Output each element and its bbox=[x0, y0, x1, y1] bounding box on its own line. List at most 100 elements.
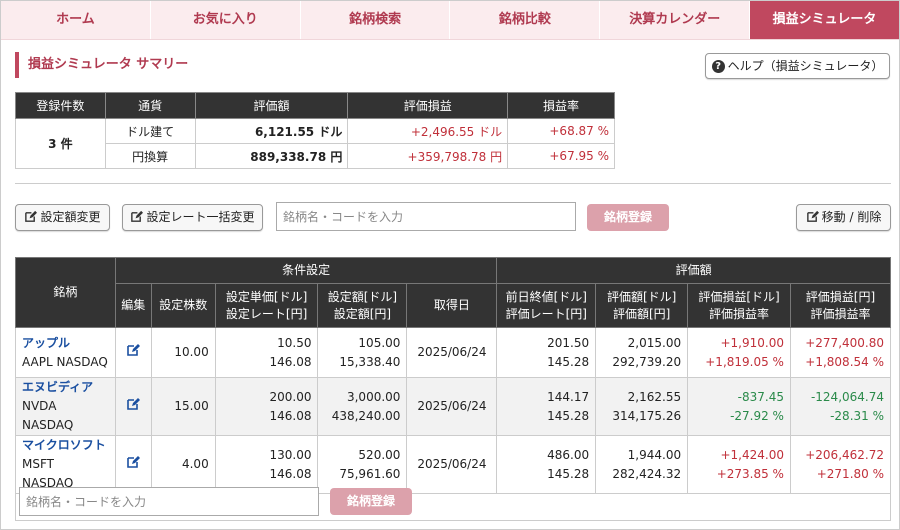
edit-icon[interactable] bbox=[126, 343, 141, 357]
help-button-label: ヘルプ（損益シミュレータ） bbox=[727, 59, 884, 73]
prev-close-cell: 201.50 145.28 bbox=[496, 327, 597, 378]
pl-jpy-rate: +1,808.54 % bbox=[805, 354, 884, 369]
tab-earnings-calendar[interactable]: 決算カレンダー bbox=[600, 1, 751, 39]
col-valuation-jpy-label: 評価額[円] bbox=[612, 306, 671, 321]
col-prev-close-label: 前日終値[ドル] bbox=[505, 289, 587, 304]
valuation-cell: 2,162.55 314,175.26 bbox=[595, 377, 689, 436]
pl-jpy-cell: -124,064.74 -28.31 % bbox=[789, 377, 892, 436]
summary-rate-jpy: +67.95 % bbox=[507, 143, 615, 169]
pl-jpy: +206,462.72 bbox=[805, 447, 884, 462]
edit-cell bbox=[114, 377, 152, 436]
tab-home[interactable]: ホーム bbox=[1, 1, 151, 39]
col-valuation: 評価額[ドル] 評価額[円] bbox=[595, 283, 689, 328]
summary-count: 3 件 bbox=[15, 118, 106, 169]
eval-rate: 145.28 bbox=[547, 354, 590, 369]
col-pl-jpy-rate-label: 評価損益率 bbox=[810, 306, 871, 321]
valuation-usd: 1,944.00 bbox=[627, 447, 682, 462]
col-edit: 編集 bbox=[114, 283, 152, 328]
edit-cell bbox=[114, 327, 152, 378]
summary-header-pl: 評価損益 bbox=[347, 92, 509, 119]
pl-usd-rate: +1,819.05 % bbox=[705, 354, 784, 369]
set-rate: 146.08 bbox=[269, 408, 312, 423]
prev-close: 144.17 bbox=[547, 389, 590, 404]
bottom-search-input[interactable] bbox=[19, 487, 319, 516]
set-amount-label: 設定額変更 bbox=[40, 210, 101, 224]
pl-usd-cell: +1,910.00 +1,819.05 % bbox=[687, 327, 791, 378]
valuation-cell: 2,015.00 292,739.20 bbox=[595, 327, 689, 378]
main-tabs: ホーム お気に入り 銘柄検索 銘柄比較 決算カレンダー 損益シミュレータ bbox=[1, 1, 899, 40]
move-delete-label: 移動 / 削除 bbox=[821, 210, 882, 224]
search-input[interactable] bbox=[276, 202, 576, 231]
set-rate: 146.08 bbox=[269, 354, 312, 369]
edit-icon bbox=[131, 210, 144, 222]
unit-rate-cell: 10.50 146.08 bbox=[214, 327, 319, 378]
pl-usd: +1,910.00 bbox=[720, 335, 784, 350]
tab-pl-simulator[interactable]: 損益シミュレータ bbox=[750, 1, 899, 39]
col-unit-price: 設定単価[ドル] 設定レート[円] bbox=[214, 283, 319, 328]
pl-jpy-rate: -28.31 % bbox=[830, 408, 884, 423]
col-set-rate-label: 設定レート[円] bbox=[225, 306, 308, 321]
pl-jpy: -124,064.74 bbox=[810, 389, 884, 404]
section-title: 損益シミュレータ サマリー bbox=[15, 52, 188, 78]
holdings-table: 銘柄 条件設定 評価額 編集 設定株数 設定単価[ドル] 設定レート[円] 設定額… bbox=[15, 257, 892, 494]
col-valuation-usd-label: 評価額[ドル] bbox=[606, 289, 677, 304]
eval-rate: 145.28 bbox=[547, 408, 590, 423]
move-delete-button[interactable]: 移動 / 削除 bbox=[796, 204, 891, 231]
date-cell: 2025/06/24 bbox=[406, 377, 498, 436]
summary-pl-jpy: +359,798.78 円 bbox=[347, 143, 509, 169]
help-button[interactable]: ? ヘルプ（損益シミュレータ） bbox=[705, 53, 890, 79]
edit-icon[interactable] bbox=[126, 455, 141, 469]
stock-code: AAPL NASDAQ bbox=[22, 354, 108, 369]
group-valuation: 評価額 bbox=[496, 257, 891, 284]
col-set-amount-usd-label: 設定額[ドル] bbox=[327, 289, 398, 304]
group-condition: 条件設定 bbox=[114, 257, 498, 284]
set-amount-jpy: 15,338.40 bbox=[339, 354, 401, 369]
valuation-jpy: 314,175.26 bbox=[612, 408, 682, 423]
set-amount-button[interactable]: 設定額変更 bbox=[15, 204, 110, 231]
date-cell: 2025/06/24 bbox=[406, 327, 498, 378]
col-pl-jpy-label: 評価損益[円] bbox=[805, 289, 876, 304]
summary-table: 登録件数 通貨 評価額 評価損益 損益率 3 件 ドル建て 6,121.55 ド… bbox=[15, 92, 615, 169]
stock-name-link[interactable]: アップル bbox=[22, 334, 109, 353]
question-icon: ? bbox=[711, 60, 725, 73]
summary-value-jpy: 889,338.78 円 bbox=[194, 143, 349, 169]
valuation-usd: 2,162.55 bbox=[627, 389, 682, 404]
set-rate-button[interactable]: 設定レート一括変更 bbox=[122, 204, 263, 231]
col-eval-rate-label: 評価レート[円] bbox=[505, 306, 587, 321]
unit-price: 10.50 bbox=[277, 335, 312, 350]
edit-icon[interactable] bbox=[126, 397, 141, 411]
shares-cell: 15.00 bbox=[150, 377, 216, 436]
set-rate-label: 設定レート一括変更 bbox=[146, 210, 255, 224]
tab-stock-search[interactable]: 銘柄検索 bbox=[301, 1, 451, 39]
prev-close: 486.00 bbox=[547, 447, 590, 462]
pl-usd-rate: -27.92 % bbox=[730, 408, 784, 423]
col-date: 取得日 bbox=[406, 283, 498, 328]
stock-cell: エヌビディア NVDA NASDAQ bbox=[15, 377, 116, 436]
pl-usd: -837.45 bbox=[737, 389, 784, 404]
pl-usd: +1,424.00 bbox=[720, 447, 784, 462]
tab-favorites[interactable]: お気に入り bbox=[151, 1, 301, 39]
summary-currency-usd: ドル建て bbox=[104, 118, 196, 144]
divider bbox=[15, 183, 891, 184]
pl-jpy-cell: +277,400.80 +1,808.54 % bbox=[789, 327, 892, 378]
col-unit-price-label: 設定単価[ドル] bbox=[225, 289, 308, 304]
register-button[interactable]: 銘柄登録 bbox=[587, 204, 669, 231]
stock-name-link[interactable]: マイクロソフト bbox=[22, 436, 109, 455]
set-amount-usd: 520.00 bbox=[358, 447, 401, 462]
pl-usd-cell: -837.45 -27.92 % bbox=[687, 377, 791, 436]
set-amount-jpy: 438,240.00 bbox=[331, 408, 401, 423]
unit-rate-cell: 200.00 146.08 bbox=[214, 377, 319, 436]
summary-pl-usd: +2,496.55 ドル bbox=[347, 118, 509, 144]
table-row: エヌビディア NVDA NASDAQ 15.00 200.00 146.08 3,000.… bbox=[15, 377, 892, 436]
stock-code: NVDA NASDAQ bbox=[22, 399, 74, 432]
stock-name-link[interactable]: エヌビディア bbox=[22, 378, 109, 397]
tab-stock-compare[interactable]: 銘柄比較 bbox=[450, 1, 601, 39]
bottom-register-button[interactable]: 銘柄登録 bbox=[330, 488, 412, 515]
col-pl-jpy: 評価損益[円] 評価損益率 bbox=[789, 283, 892, 328]
col-pl-usd-label: 評価損益[ドル] bbox=[698, 289, 780, 304]
set-amount-usd: 105.00 bbox=[358, 335, 401, 350]
unit-price: 200.00 bbox=[269, 389, 312, 404]
unit-price: 130.00 bbox=[269, 447, 312, 462]
col-prev-close: 前日終値[ドル] 評価レート[円] bbox=[496, 283, 597, 328]
set-amount-cell: 3,000.00 438,240.00 bbox=[317, 377, 408, 436]
